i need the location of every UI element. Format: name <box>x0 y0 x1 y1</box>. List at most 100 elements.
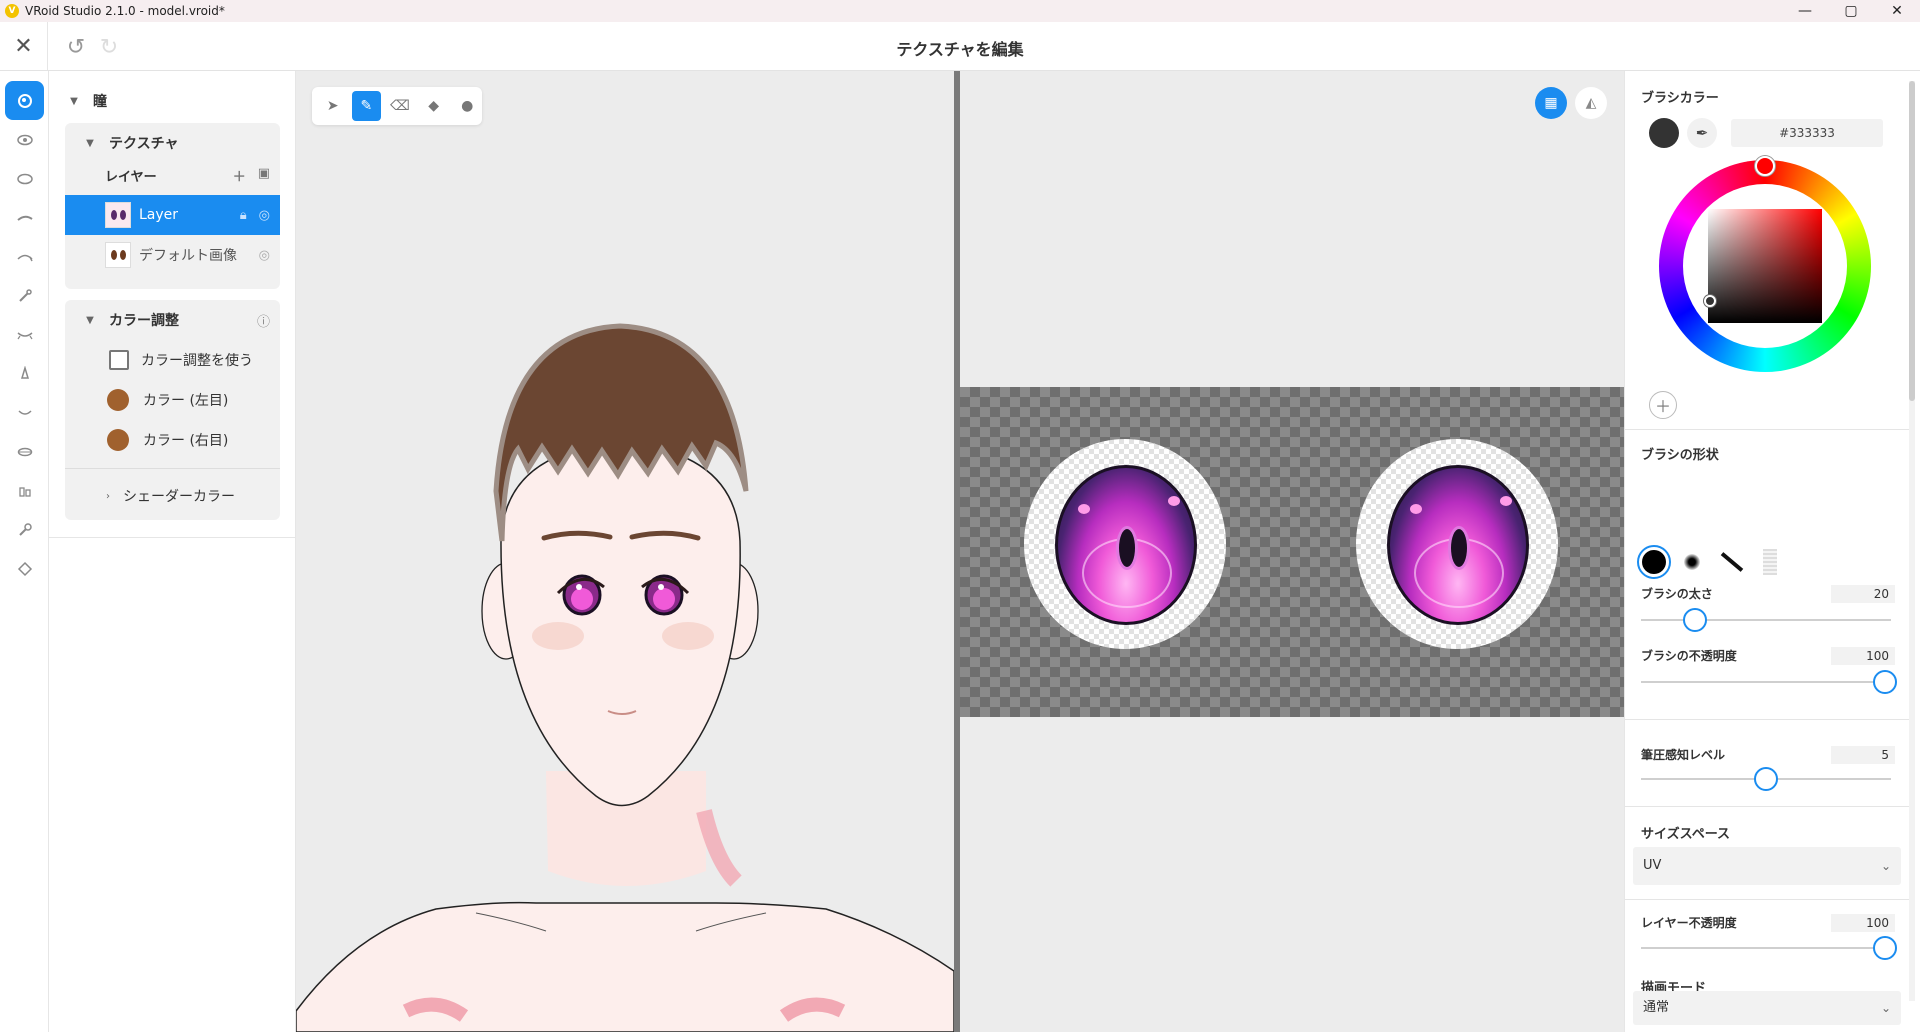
layer-opacity-thumb[interactable] <box>1873 936 1897 960</box>
divider <box>1625 899 1909 900</box>
chevron-down-icon: ▼ <box>70 95 78 107</box>
layer-row[interactable]: Layer 🔒︎ ◎ <box>65 195 280 235</box>
brush-size-slider[interactable] <box>1641 608 1891 632</box>
brush-shape-round[interactable] <box>1637 545 1671 579</box>
lips-icon[interactable] <box>5 432 44 471</box>
hex-color-field[interactable]: #333333 <box>1731 119 1883 147</box>
teeth-icon[interactable] <box>5 471 44 510</box>
brush-shape-texture[interactable] <box>1753 545 1787 579</box>
layer-row[interactable]: デフォルト画像 ◎ <box>65 235 280 275</box>
color-adjust-card: ▼ カラー調整 ⓘ カラー調整を使う カラー (左目) カラー (右目) › シ… <box>65 300 280 520</box>
add-color-button[interactable]: ＋ <box>1649 391 1677 419</box>
left-eye-color-label: カラー (左目) <box>143 393 229 409</box>
visibility-off-icon[interactable]: ◎ <box>259 248 270 263</box>
color-adjust-header[interactable]: ▼ カラー調整 ⓘ <box>65 300 280 340</box>
left-eye-color-row[interactable]: カラー (左目) <box>65 380 280 420</box>
brush-opacity-slider[interactable] <box>1641 670 1897 694</box>
size-space-label: サイズスペース <box>1641 827 1731 842</box>
wrench-icon[interactable] <box>5 510 44 549</box>
divider <box>1625 806 1909 807</box>
eyebrow-icon[interactable] <box>5 198 44 237</box>
saturation-value-square[interactable] <box>1708 209 1822 323</box>
eyedropper-icon[interactable]: ✒ <box>1687 118 1717 148</box>
layer-thumbnail <box>105 202 131 228</box>
pressure-level-slider[interactable] <box>1641 767 1891 791</box>
chevron-down-icon: ⌄ <box>1880 1001 1891 1015</box>
eyelid-icon[interactable] <box>5 315 44 354</box>
brush-color-swatch[interactable] <box>1649 118 1679 148</box>
layer-name: Layer <box>139 207 179 223</box>
sv-knob[interactable] <box>1704 295 1716 307</box>
color-wheel[interactable] <box>1659 156 1871 372</box>
right-eye-color-swatch[interactable] <box>107 429 129 451</box>
brush-shape-label: ブラシの形状 <box>1641 448 1719 463</box>
eye-target-icon[interactable] <box>5 81 44 120</box>
pen-icon[interactable]: ✎ <box>351 91 382 121</box>
vroid-logo-icon: V <box>5 4 19 18</box>
brush-shape-line[interactable] <box>1715 545 1749 579</box>
window-close-button[interactable]: ✕ <box>1874 0 1920 22</box>
left-eye-texture <box>1024 439 1226 649</box>
use-color-adjust-row[interactable]: カラー調整を使う <box>65 340 280 380</box>
face-outline-icon[interactable] <box>5 549 44 588</box>
page-title: テクスチャを編集 <box>896 40 1024 59</box>
layer-opacity-slider[interactable] <box>1641 936 1897 960</box>
uv-texture-view[interactable]: ▦ ◭ <box>960 71 1624 1032</box>
hue-knob[interactable] <box>1755 156 1775 176</box>
brush-size-thumb[interactable] <box>1682 608 1707 632</box>
color-adjust-title: カラー調整 <box>109 313 179 329</box>
layer-opacity-value[interactable]: 100 <box>1831 914 1895 932</box>
section-eye-header[interactable]: ▼ 瞳 <box>49 84 296 118</box>
pressure-level-thumb[interactable] <box>1754 767 1778 791</box>
panel-scrollbar[interactable] <box>1909 81 1915 1001</box>
divider <box>1625 719 1909 720</box>
category-nav <box>0 71 49 1032</box>
draw-tool-palette: ➤ ✎ ⌫ ◆ ● <box>312 87 482 125</box>
ellipse-icon[interactable] <box>5 159 44 198</box>
fill-icon[interactable]: ◆ <box>419 91 449 121</box>
eye-icon[interactable] <box>5 120 44 159</box>
divider <box>49 537 296 538</box>
brush-opacity-value[interactable]: 100 <box>1831 647 1895 665</box>
character-model <box>296 323 954 1032</box>
import-image-icon[interactable]: ▣ <box>258 166 270 185</box>
add-layer-icon[interactable]: ＋ <box>233 166 246 185</box>
divider <box>1625 429 1909 430</box>
texture-canvas[interactable] <box>960 387 1624 717</box>
brush-icon[interactable] <box>5 276 44 315</box>
shader-color-row[interactable]: › シェーダーカラー <box>65 476 280 516</box>
brush-shape-soft[interactable] <box>1675 545 1709 579</box>
right-eye-color-row[interactable]: カラー (右目) <box>65 420 280 460</box>
maximize-button[interactable]: ▢ <box>1828 0 1874 22</box>
size-space-select[interactable]: UV ⌄ <box>1633 847 1901 885</box>
eyelash-icon[interactable] <box>5 237 44 276</box>
window-title: VRoid Studio 2.1.0 - model.vroid* <box>25 4 225 18</box>
left-eye-color-swatch[interactable] <box>107 389 129 411</box>
layer-thumbnail <box>105 242 131 268</box>
divider <box>65 468 280 469</box>
brush-opacity-thumb[interactable] <box>1873 670 1897 694</box>
mirror-icon[interactable]: ◭ <box>1575 87 1607 119</box>
chevron-down-icon: ⌄ <box>1880 859 1891 873</box>
model-viewport[interactable]: ➤ ✎ ⌫ ◆ ● <box>296 71 954 1032</box>
use-color-adjust-checkbox[interactable] <box>109 350 129 370</box>
pressure-level-value[interactable]: 5 <box>1831 746 1895 764</box>
scrollbar-thumb[interactable] <box>1909 81 1915 401</box>
shader-color-label: シェーダーカラー <box>123 489 235 505</box>
cursor-icon[interactable]: ➤ <box>318 91 348 121</box>
chevron-down-icon: ▼ <box>86 137 94 149</box>
visibility-icon[interactable]: ◎ <box>259 208 270 223</box>
blur-icon[interactable]: ● <box>452 91 482 121</box>
grid-icon[interactable]: ▦ <box>1535 87 1567 119</box>
brush-opacity-label: ブラシの不透明度 <box>1641 649 1737 663</box>
brush-color-label: ブラシカラー <box>1641 91 1719 106</box>
lock-icon[interactable]: 🔒︎ <box>240 208 247 223</box>
minimize-button[interactable]: — <box>1782 0 1828 22</box>
nose-icon[interactable] <box>5 354 44 393</box>
pressure-level-label: 筆圧感知レベル <box>1641 748 1726 762</box>
brush-size-value[interactable]: 20 <box>1831 585 1895 603</box>
draw-mode-select[interactable]: 通常 ⌄ <box>1633 991 1901 1025</box>
mouth-icon[interactable] <box>5 393 44 432</box>
help-icon[interactable]: ⓘ <box>257 311 270 330</box>
eraser-icon[interactable]: ⌫ <box>385 91 415 121</box>
